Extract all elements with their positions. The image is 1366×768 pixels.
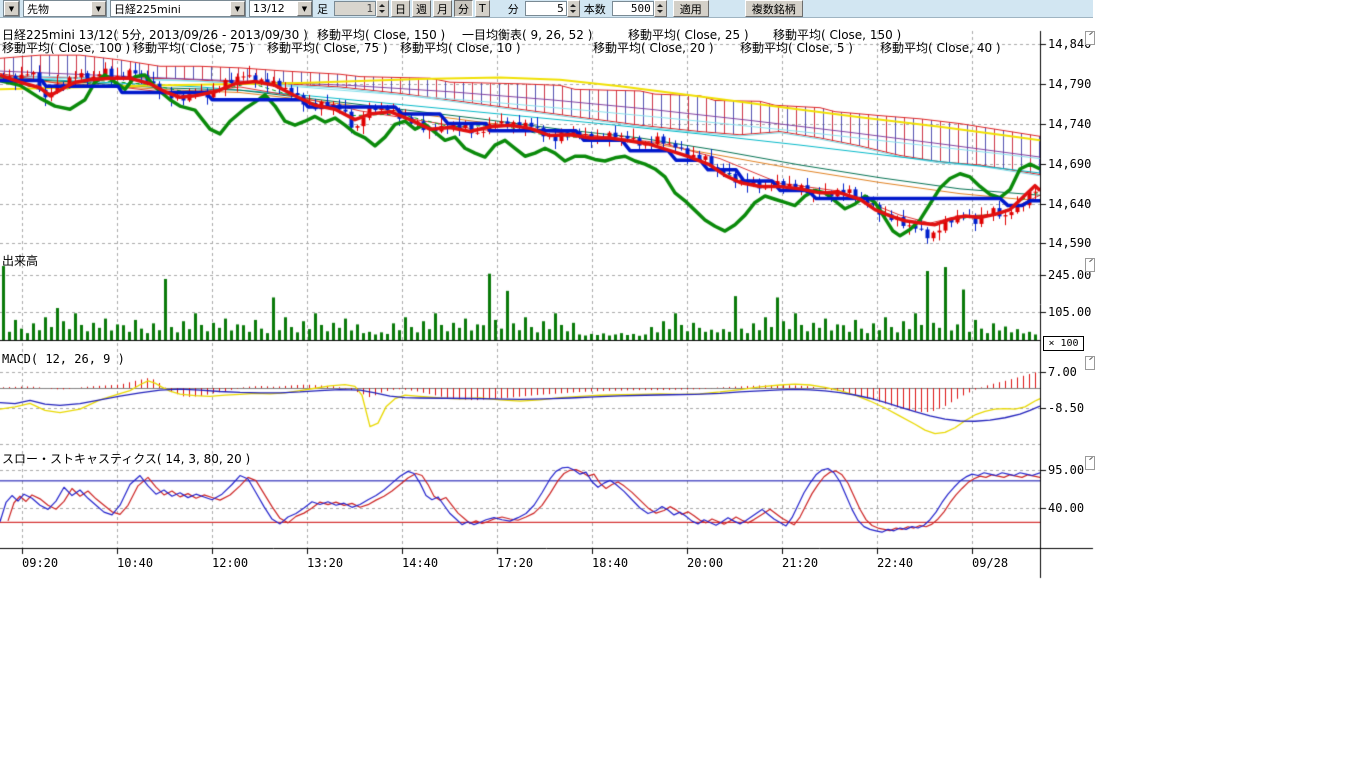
pane-marker-icon[interactable] (1085, 31, 1095, 45)
category-select[interactable]: 先物 ▼ (23, 0, 107, 17)
period-day-button[interactable]: 日 (391, 0, 410, 17)
x-axis-tick-label: 18:40 (592, 556, 628, 570)
spinner-icon[interactable] (654, 0, 667, 17)
spinner-icon[interactable] (567, 0, 580, 17)
y-axis-tick-label: 95.00 (1048, 463, 1084, 477)
legend-row-1: 日経225mini 13/12( 5分, 2013/09/26 - 2013/0… (0, 26, 1040, 39)
symbol-value: 日経225mini (111, 1, 230, 17)
bar-count-value: 500 (612, 1, 654, 16)
legend-row-2: 移動平均( Close, 100 )移動平均( Close, 75 )移動平均(… (0, 39, 1040, 52)
x-axis-tick-label: 10:40 (117, 556, 153, 570)
period-week-button[interactable]: 週 (412, 0, 431, 17)
y-axis-tick-label: 14,740 (1048, 117, 1091, 131)
legend-item: 移動平均( Close, 20 ) (593, 39, 714, 56)
bar-interval-stepper[interactable]: 1 (334, 1, 389, 16)
y-axis-tick-label: 7.00 (1048, 365, 1077, 379)
pane-marker-icon[interactable] (1085, 258, 1095, 272)
y-axis-tick-label: 14,640 (1048, 197, 1091, 211)
bar-count-label: 本数 (584, 1, 606, 17)
y-axis-tick-label: 14,590 (1048, 236, 1091, 250)
minute-stepper[interactable]: 5 (525, 1, 580, 16)
period-month-button[interactable]: 月 (433, 0, 452, 17)
period-tick-button[interactable]: T (475, 0, 490, 17)
x-axis-tick-label: 09/28 (972, 556, 1008, 570)
stoch-pane-title: スロー・ストキャスティクス( 14, 3, 80, 20 ) (2, 450, 250, 467)
multi-symbol-button[interactable]: 複数銘柄 (745, 0, 803, 17)
category-value: 先物 (24, 1, 91, 17)
x-axis-tick-label: 21:20 (782, 556, 818, 570)
legend-item: 移動平均( Close, 100 ) (2, 39, 130, 56)
bar-interval-value: 1 (334, 1, 376, 16)
chart-application-window: { "toolbar": { "mini_combo_arrow": "▼", … (0, 0, 1366, 768)
contract-select[interactable]: 13/12 ▼ (249, 0, 313, 17)
legend-item: 移動平均( Close, 10 ) (400, 39, 521, 56)
contract-value: 13/12 (250, 2, 297, 15)
legend-item: 移動平均( Close, 40 ) (880, 39, 1001, 56)
minute-value: 5 (525, 1, 567, 16)
y-axis-tick-label: 14,790 (1048, 77, 1091, 91)
x-axis-tick-label: 14:40 (402, 556, 438, 570)
x-axis-tick-label: 13:20 (307, 556, 343, 570)
period-minute-button[interactable]: 分 (454, 0, 473, 17)
x-axis-tick-label: 09:20 (22, 556, 58, 570)
x-axis-tick-label: 17:20 (497, 556, 533, 570)
symbol-select[interactable]: 日経225mini ▼ (110, 0, 246, 17)
apply-button[interactable]: 適用 (673, 0, 709, 17)
volume-multiplier-badge: × 100 (1043, 336, 1084, 351)
y-axis-tick-label: 40.00 (1048, 501, 1084, 515)
chevron-down-icon[interactable]: ▼ (4, 1, 19, 16)
chart-canvas[interactable] (0, 0, 1366, 768)
chevron-down-icon[interactable]: ▼ (230, 1, 245, 16)
legend-item: 移動平均( Close, 75 ) (267, 39, 388, 56)
y-axis-tick-label: -8.50 (1048, 401, 1084, 415)
bar-count-stepper[interactable]: 500 (612, 1, 667, 16)
legend-item: 移動平均( Close, 5 ) (740, 39, 853, 56)
y-axis-tick-label: 14,690 (1048, 157, 1091, 171)
macd-pane-title: MACD( 12, 26, 9 ) (2, 352, 125, 366)
pane-marker-icon[interactable] (1085, 356, 1095, 370)
legend-item: 移動平均( Close, 75 ) (133, 39, 254, 56)
pane-marker-icon[interactable] (1085, 456, 1095, 470)
mini-combo[interactable]: ▼ (3, 0, 20, 17)
chevron-down-icon[interactable]: ▼ (297, 1, 312, 16)
chevron-down-icon[interactable]: ▼ (91, 1, 106, 16)
x-axis-tick-label: 12:00 (212, 556, 248, 570)
spinner-icon[interactable] (376, 0, 389, 17)
y-axis-tick-label: 105.00 (1048, 305, 1091, 319)
x-axis-tick-label: 22:40 (877, 556, 913, 570)
x-axis-tick-label: 20:00 (687, 556, 723, 570)
toolbar: ▼ 先物 ▼ 日経225mini ▼ 13/12 ▼ 足 1 日 週 月 分 T… (0, 0, 1093, 18)
volume-pane-title: 出来高 (2, 252, 38, 269)
bar-type-label: 足 (317, 1, 328, 17)
minute-label: 分 (508, 1, 519, 17)
